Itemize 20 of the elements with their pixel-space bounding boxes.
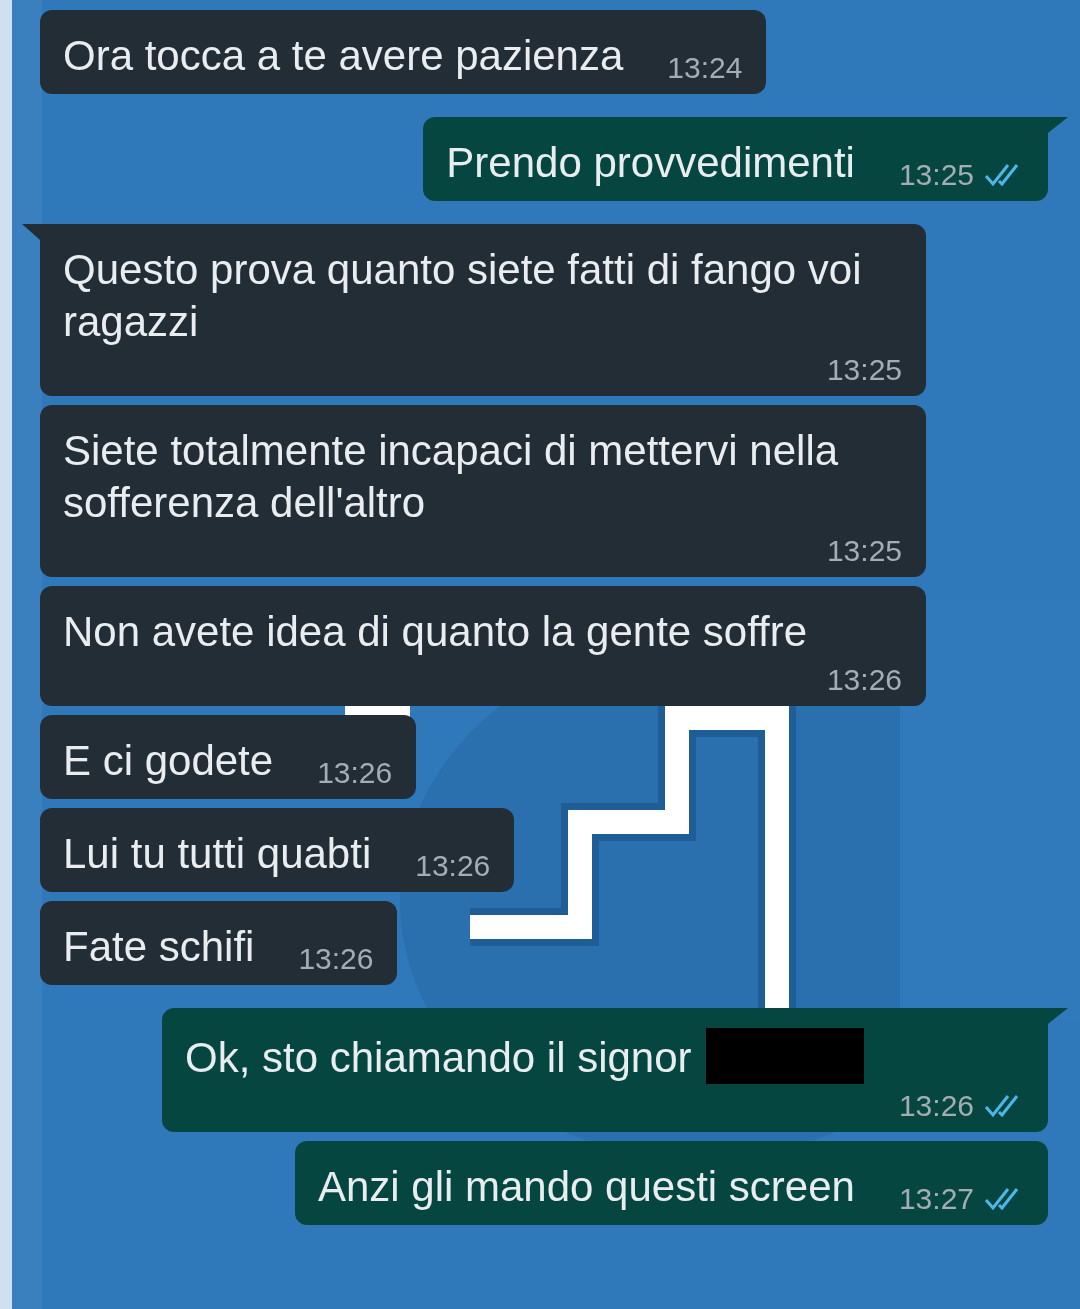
message-text: Prendo provvedimenti (446, 138, 855, 188)
message-text: Anzi gli mando questi screen (317, 1162, 855, 1212)
message-text: Fate schifi (63, 922, 255, 972)
message-time: 13:25 (826, 352, 902, 388)
message-time: 13:26 (317, 755, 393, 791)
message-time: 13:25 (826, 533, 902, 569)
message-time: 13:26 (298, 941, 374, 977)
message-text: Lui tu tutti quabti (63, 829, 372, 879)
message-time: 13:26 (415, 848, 491, 884)
message-text: Ok, sto chiamando il signor (185, 1033, 692, 1083)
message-time: 13:25 (898, 157, 974, 193)
message-time: 13:24 (667, 50, 743, 86)
message-time: 13:26 (898, 1088, 974, 1124)
message-time: 13:27 (898, 1181, 974, 1217)
message-time: 13:26 (826, 662, 902, 698)
message-text: Questo prova quanto siete fatti di fango voi ragazzi (63, 245, 863, 347)
message-text: Ora tocca a te avere pazienza (63, 31, 624, 81)
message-text: Non avete idea di quanto la gente soffre (63, 607, 808, 657)
message-text: E ci godete (63, 736, 274, 786)
message-text: Siete totalmente incapaci di mettervi nella sofferenza dell'altro (63, 426, 840, 528)
